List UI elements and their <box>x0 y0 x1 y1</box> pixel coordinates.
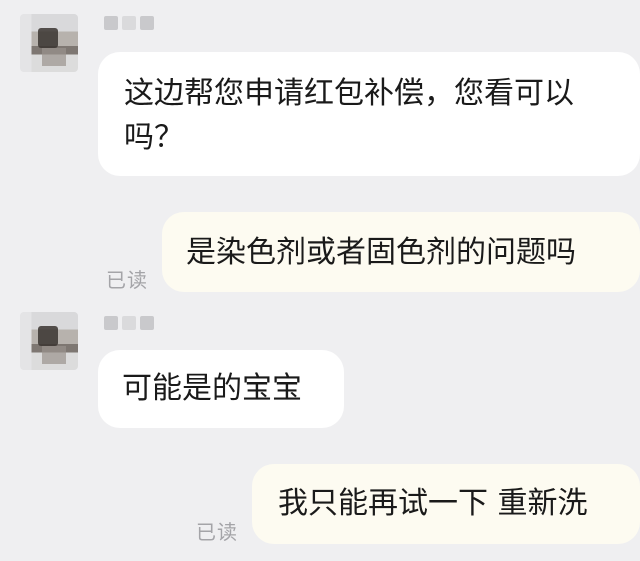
message-text: 是染色剂或者固色剂的问题吗 <box>186 235 576 270</box>
outgoing-message-bubble[interactable]: 我只能再试一下 重新洗 <box>252 464 640 544</box>
message-text: 这边帮您申请红包补偿，您看可以 <box>124 76 574 111</box>
message-text: 我只能再试一下 重新洗 <box>278 486 588 521</box>
message-text: 可能是的宝宝 <box>122 371 302 406</box>
sender-nickname-blurred <box>104 16 154 30</box>
read-status: 已读 <box>106 268 148 292</box>
sender-avatar[interactable] <box>20 312 78 370</box>
incoming-message-bubble[interactable]: 这边帮您申请红包补偿，您看可以 吗？ <box>98 52 640 176</box>
sender-nickname-blurred <box>104 316 154 330</box>
sender-avatar[interactable] <box>20 14 78 72</box>
outgoing-message-bubble[interactable]: 是染色剂或者固色剂的问题吗 <box>162 212 640 292</box>
message-text: 吗？ <box>124 120 184 155</box>
read-status: 已读 <box>196 520 238 544</box>
incoming-message-bubble[interactable]: 可能是的宝宝 <box>98 350 344 428</box>
